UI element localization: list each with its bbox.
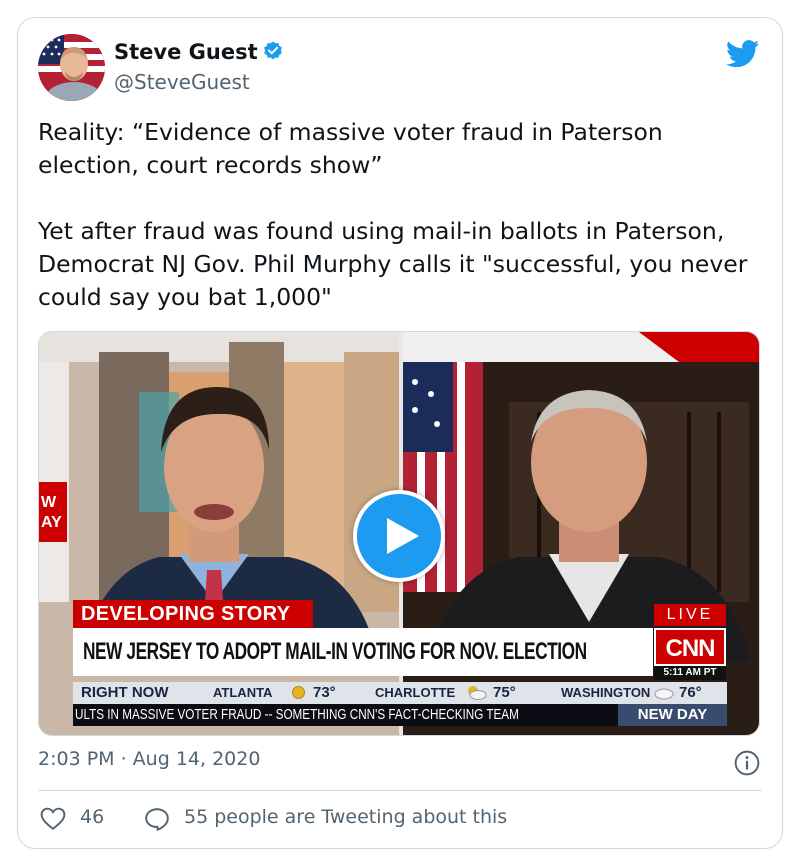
- show-name: NEW DAY: [618, 704, 727, 726]
- tweet-text: Reality: “Evidence of massive voter frau…: [38, 118, 748, 311]
- like-count[interactable]: 46: [80, 806, 104, 828]
- author-name-text: Steve Guest: [114, 40, 258, 64]
- weather-temp: 76°: [679, 684, 702, 701]
- weather-ticker: RIGHT NOW ATLANTA 73° CHARLOTTE 75° WASH…: [73, 682, 727, 704]
- weather-temp: 73°: [313, 684, 336, 701]
- ticker-label: RIGHT NOW: [81, 684, 169, 701]
- side-text-top: W: [41, 494, 57, 511]
- play-button[interactable]: [353, 490, 445, 582]
- weather-temp: 75°: [493, 684, 516, 701]
- verified-badge-icon: [263, 41, 282, 60]
- developing-story-banner: DEVELOPING STORY: [73, 600, 313, 628]
- chyron-headline: NEW JERSEY TO ADOPT MAIL-IN VOTING FOR N…: [73, 628, 653, 676]
- news-ticker: ULTS IN MASSIVE VOTER FRAUD -- SOMETHING…: [73, 704, 727, 726]
- side-text-bottom: AY: [41, 514, 62, 531]
- profile-photo: [38, 34, 105, 101]
- broadcast-time: 5:11 AM PT: [654, 666, 726, 680]
- weather-city: WASHINGTON: [561, 685, 651, 700]
- twitter-bird-icon[interactable]: [726, 40, 760, 68]
- avatar[interactable]: [38, 34, 105, 101]
- ticker-scroll-text-content: ULTS IN MASSIVE VOTER FRAUD -- SOMETHING…: [75, 706, 519, 723]
- ticker-scroll-text: ULTS IN MASSIVE VOTER FRAUD -- SOMETHING…: [73, 704, 618, 726]
- heart-icon[interactable]: [40, 807, 66, 831]
- author-name[interactable]: Steve Guest: [114, 40, 284, 64]
- weather-city: ATLANTA: [213, 685, 273, 700]
- cloud-icon: [653, 685, 675, 701]
- live-badge: LIVE: [654, 604, 726, 626]
- tweet-card: Steve Guest @SteveGuest Reality: “Eviden…: [17, 17, 783, 849]
- speech-bubble-icon[interactable]: [144, 807, 170, 831]
- chyron-headline-text: NEW JERSEY TO ADOPT MAIL-IN VOTING FOR N…: [83, 638, 587, 665]
- play-icon: [387, 518, 419, 554]
- divider: [38, 790, 762, 791]
- weather-city: CHARLOTTE: [375, 685, 456, 700]
- partly-cloudy-icon: [465, 685, 487, 701]
- cnn-logo: CNN: [654, 628, 726, 666]
- tweet-timestamp[interactable]: 2:03 PM · Aug 14, 2020: [38, 748, 260, 770]
- sun-icon: [291, 685, 306, 701]
- info-icon[interactable]: [734, 750, 760, 776]
- author-handle[interactable]: @SteveGuest: [114, 70, 250, 94]
- video-player[interactable]: W AY DEVELOPING STORY LIVE NEW JERSEY TO…: [38, 331, 760, 736]
- conversation-link[interactable]: 55 people are Tweeting about this: [184, 806, 507, 828]
